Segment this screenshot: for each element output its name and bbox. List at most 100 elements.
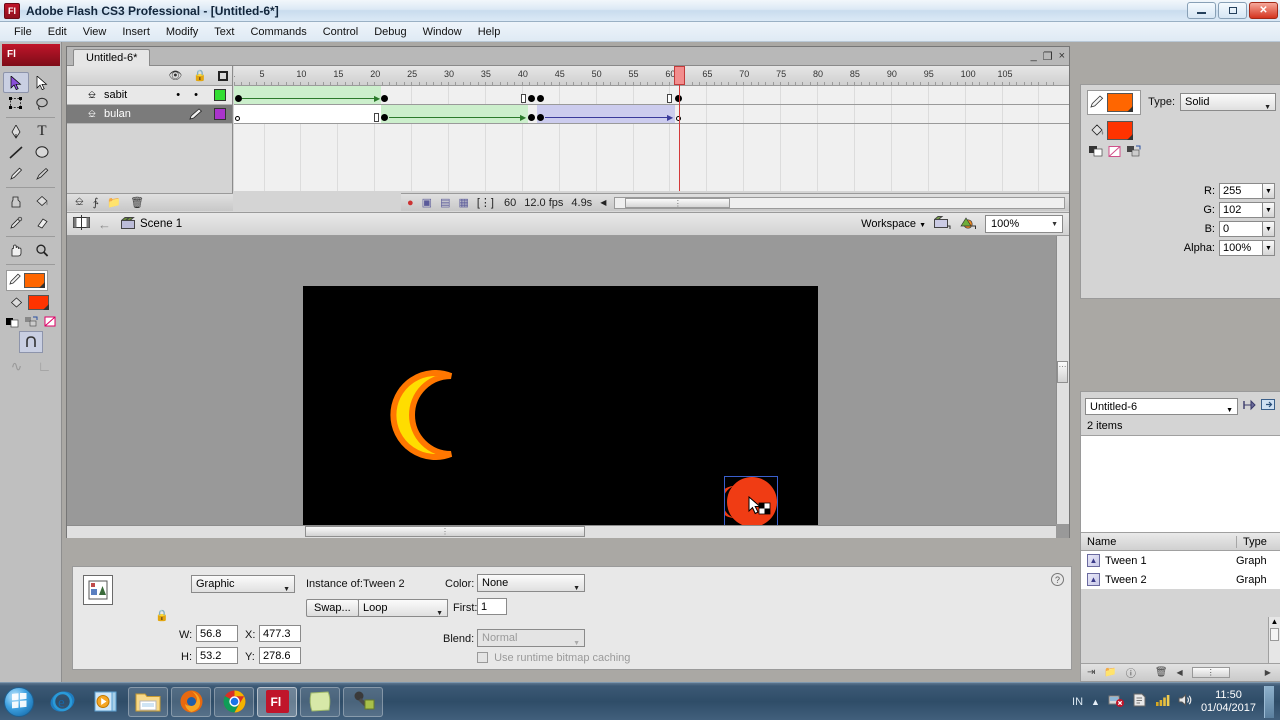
frame-row-bulan[interactable]: ▶ ▶ [234, 105, 1069, 124]
file-explorer-icon[interactable] [128, 686, 168, 717]
doc-restore-button[interactable]: ❐ [1043, 50, 1053, 63]
free-transform-tool[interactable] [3, 93, 29, 114]
layer-visibility-lock-dots[interactable]: • • [176, 89, 198, 101]
keyframe[interactable] [381, 95, 388, 102]
lasso-tool[interactable] [29, 93, 55, 114]
swap-colors-icon[interactable] [24, 315, 38, 329]
keyframe[interactable] [528, 95, 535, 102]
library-vertical-scrollbar[interactable]: ▲ [1268, 617, 1280, 665]
frame-row-sabit[interactable]: ▶ [234, 86, 1069, 105]
scene-name[interactable]: Scene 1 [140, 218, 182, 230]
volume-bars-icon[interactable] [1155, 693, 1170, 710]
fill-type-select[interactable]: Solid ▼ [1180, 93, 1276, 111]
eyedropper-tool[interactable] [3, 212, 29, 233]
stage-vertical-scrollbar[interactable]: ⋯ [1056, 236, 1069, 524]
menu-modify[interactable]: Modify [158, 24, 206, 40]
black-white-icon[interactable] [1089, 144, 1103, 158]
timeline-scroll-left-arrow[interactable]: ◀ [600, 198, 606, 207]
playhead-head[interactable] [674, 66, 685, 85]
show-desktop-button[interactable] [1264, 685, 1274, 718]
close-button[interactable]: ✕ [1249, 2, 1278, 19]
no-color-icon[interactable] [1108, 144, 1122, 158]
ink-bottle-tool[interactable] [3, 191, 29, 212]
speaker-icon[interactable] [1178, 693, 1193, 710]
blue-stepper[interactable]: ▼ [1263, 221, 1275, 237]
black-white-icon[interactable] [5, 315, 19, 329]
document-tab[interactable]: Untitled-6* [73, 49, 151, 67]
scroll-up-arrow[interactable]: ▲ [1269, 617, 1280, 626]
internet-explorer-icon[interactable]: e [42, 687, 82, 717]
stroke-color-swatch[interactable] [24, 273, 45, 288]
new-symbol-icon[interactable]: ⇥ [1087, 667, 1095, 678]
network-error-icon[interactable] [1108, 693, 1124, 710]
menu-text[interactable]: Text [206, 24, 242, 40]
x-input[interactable]: 477.3 [259, 625, 301, 642]
green-input[interactable]: 102 [1219, 202, 1263, 218]
zoom-level-select[interactable]: 100% ▼ [985, 215, 1063, 233]
height-input[interactable]: 53.2 [196, 647, 238, 664]
action-center-icon[interactable] [1132, 693, 1147, 710]
onion-outline-icon[interactable]: ▤ [440, 196, 450, 209]
color-effect-select[interactable]: None ▼ [477, 574, 585, 592]
selected-tween-span[interactable] [537, 105, 675, 123]
pen-tool[interactable] [3, 121, 29, 142]
media-player-icon[interactable] [85, 687, 125, 717]
lock-icon[interactable]: 🔒 [193, 69, 207, 82]
fill-color-swatch[interactable] [28, 295, 49, 310]
runtime-bitmap-cache-checkbox[interactable] [477, 652, 488, 663]
tween-span[interactable] [234, 86, 381, 104]
keyframe[interactable] [235, 95, 242, 102]
edit-multiple-frames-icon[interactable]: ▦ [458, 196, 468, 209]
swap-colors-icon[interactable] [1127, 144, 1141, 158]
tool-app-icon[interactable] [343, 686, 383, 717]
firefox-icon[interactable] [171, 686, 211, 717]
pencil-tool[interactable] [3, 163, 29, 184]
onion-skin-icon[interactable]: ▣ [422, 196, 432, 209]
scrollbar-thumb[interactable] [1270, 628, 1279, 641]
new-folder-icon[interactable]: 📁 [1104, 667, 1116, 678]
minimize-button[interactable] [1187, 2, 1216, 19]
library-item-row[interactable]: ▲ Tween 2 Graph [1081, 570, 1280, 589]
flash-icon[interactable]: Fl [257, 686, 297, 717]
layer-row-sabit[interactable]: ⎒ sabit • • [67, 86, 232, 105]
menu-window[interactable]: Window [415, 24, 470, 40]
menu-debug[interactable]: Debug [366, 24, 414, 40]
text-tool[interactable]: T [29, 121, 55, 142]
stroke-color-control[interactable] [6, 270, 48, 291]
doc-close-button[interactable]: × [1059, 50, 1065, 63]
scrollbar-thumb[interactable]: ⋮ [305, 526, 585, 537]
keyframe[interactable] [381, 114, 388, 121]
subselection-tool[interactable] [29, 72, 55, 93]
stage-horizontal-scrollbar[interactable]: ⋮ [67, 525, 1056, 538]
keyframe[interactable] [528, 114, 535, 121]
timeline-toggle-icon[interactable] [73, 215, 90, 233]
menu-commands[interactable]: Commands [242, 24, 314, 40]
pin-library-icon[interactable] [1242, 398, 1257, 415]
timeline-ruler[interactable]: 1510152025303540455055606570758085909510… [234, 66, 1069, 86]
library-document-select[interactable]: Untitled-6 ▼ [1085, 398, 1238, 415]
scrollbar-thumb[interactable]: ⋯ [1057, 361, 1068, 383]
empty-frames-span[interactable] [234, 105, 381, 123]
crescent-moon-shape[interactable] [389, 370, 479, 460]
restore-button[interactable] [1218, 2, 1247, 19]
loop-mode-select[interactable]: Loop ▼ [358, 599, 448, 617]
delete-layer-icon[interactable]: 🗑 [130, 196, 144, 209]
publish-preview-icon[interactable] [933, 215, 951, 233]
swap-button[interactable]: Swap... [306, 599, 359, 617]
straighten-option-icon[interactable]: ∟ [33, 355, 57, 377]
tween-span[interactable] [381, 105, 528, 123]
scrollbar-thumb[interactable]: ⋮ [625, 197, 731, 208]
red-input[interactable]: 255 [1219, 183, 1263, 199]
column-header-name[interactable]: Name [1081, 536, 1236, 548]
help-icon[interactable]: ? [1051, 573, 1064, 586]
doc-minimize-button[interactable]: _ [1031, 50, 1037, 63]
library-horizontal-scroll-thumb[interactable]: ⋮ [1191, 667, 1230, 678]
back-arrow-icon[interactable]: ← [98, 217, 111, 232]
alpha-input[interactable]: 100% [1219, 240, 1263, 256]
layer-color-swatch-sabit[interactable] [214, 89, 226, 101]
snap-to-objects-icon[interactable] [18, 331, 43, 353]
layer-row-bulan[interactable]: ⎒ bulan [67, 105, 232, 124]
menu-control[interactable]: Control [315, 24, 366, 40]
scroll-left-arrow[interactable]: ◀ [1177, 668, 1183, 677]
workspace-menu[interactable]: Workspace ▼ [861, 218, 926, 230]
